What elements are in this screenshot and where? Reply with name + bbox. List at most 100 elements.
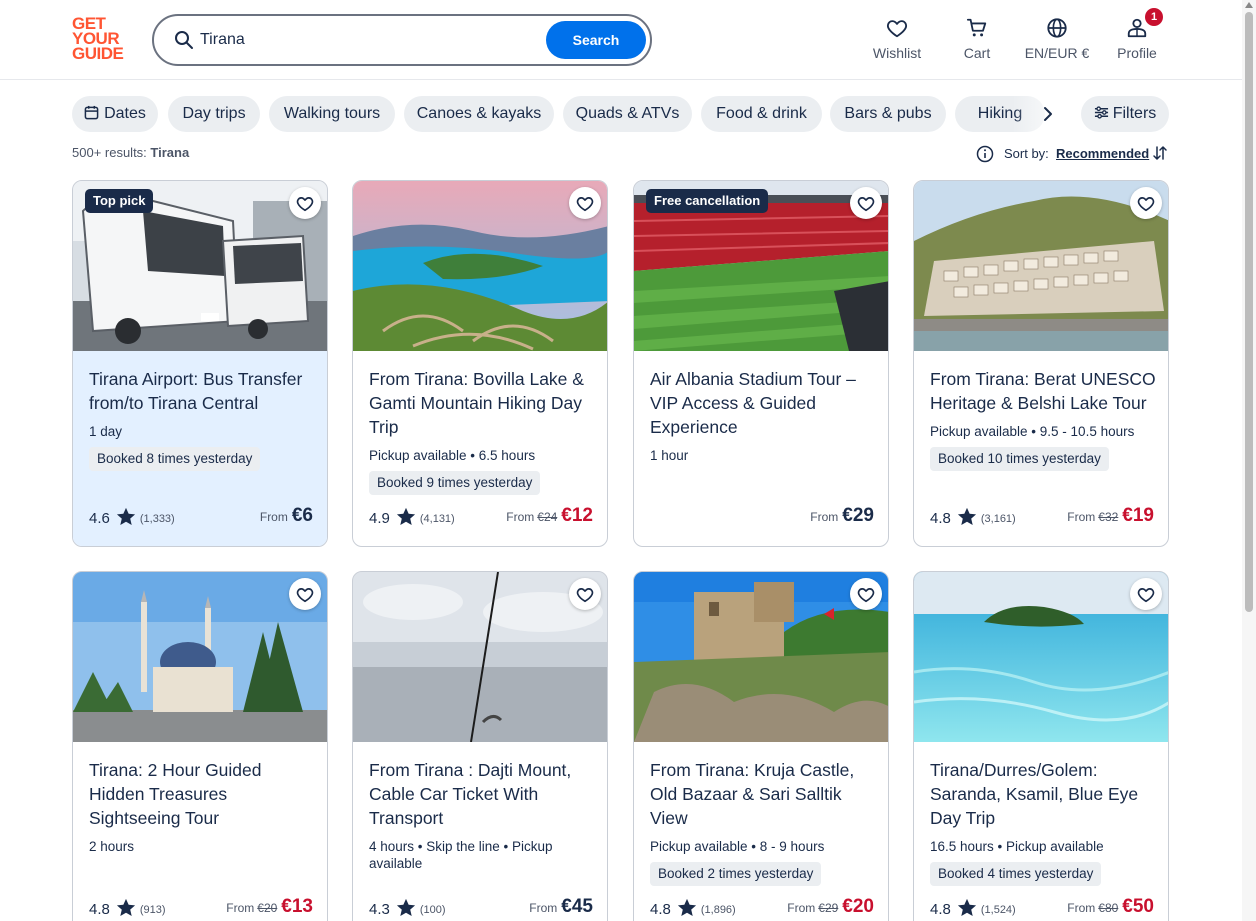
getyourguide-logo[interactable]: GET YOUR GUIDE: [72, 15, 132, 64]
activity-meta: 1 hour: [650, 448, 689, 463]
wishlist-button[interactable]: [289, 578, 321, 610]
chip-bars-pubs[interactable]: Bars & pubs: [830, 96, 946, 132]
price-value: €50: [1122, 896, 1154, 917]
price-from-label: From: [529, 901, 558, 915]
activity-title[interactable]: From Tirana : Dajti Mount, Cable Car Tic…: [369, 758, 595, 830]
activity-price: From €29 €20: [787, 896, 874, 921]
card-body: Tirana Airport: Bus Transfer from/to Tir…: [73, 351, 327, 546]
scroll-up-arrow-icon[interactable]: [1245, 2, 1253, 8]
activity-rating: 4.8 (1,524): [930, 898, 1016, 921]
activity-card[interactable]: Free cancellation Air Albania Stadium To…: [633, 180, 889, 547]
chip-food-drink[interactable]: Food & drink: [701, 96, 822, 132]
activity-title[interactable]: Tirana Airport: Bus Transfer from/to Tir…: [89, 367, 315, 415]
original-price: €32: [1098, 510, 1119, 524]
search-button[interactable]: Search: [546, 21, 646, 59]
wishlist-button[interactable]: [1130, 578, 1162, 610]
rating-value: 4.9: [369, 510, 390, 527]
wishlist-button[interactable]: [850, 578, 882, 610]
activity-title[interactable]: Tirana/Durres/Golem: Saranda, Ksamil, Bl…: [930, 758, 1156, 830]
rating-value: 4.8: [89, 901, 110, 918]
card-body: From Tirana: Kruja Castle, Old Bazaar & …: [634, 742, 888, 921]
activity-price: From €20 €13: [226, 896, 313, 921]
chip-canoes-kayaks[interactable]: Canoes & kayaks: [404, 96, 554, 132]
filters-button[interactable]: Filters: [1081, 96, 1169, 132]
cart-icon: [966, 18, 987, 37]
rating-value: 4.8: [930, 901, 951, 918]
activity-card[interactable]: From Tirana : Dajti Mount, Cable Car Tic…: [352, 571, 608, 921]
chip-quads-atvs[interactable]: Quads & ATVs: [563, 96, 692, 132]
card-body: From Tirana: Berat UNESCO Heritage & Bel…: [914, 351, 1168, 546]
chip-day-trips[interactable]: Day trips: [168, 96, 260, 132]
activity-card[interactable]: Tirana/Durres/Golem: Saranda, Ksamil, Bl…: [913, 571, 1169, 921]
heart-icon: [887, 20, 907, 38]
search-input[interactable]: [200, 26, 540, 54]
wishlist-button[interactable]: [289, 187, 321, 219]
activity-price: From €45: [529, 896, 593, 921]
review-count: (1,896): [700, 904, 736, 916]
nav-cart[interactable]: Cart: [952, 14, 1002, 68]
sort-arrows-icon[interactable]: [1152, 145, 1168, 161]
chip-dates[interactable]: Dates: [72, 96, 158, 132]
activity-card[interactable]: From Tirana: Berat UNESCO Heritage & Bel…: [913, 180, 1169, 547]
nav-language-label: EN/EUR €: [1024, 45, 1090, 61]
nav-wishlist[interactable]: Wishlist: [868, 14, 926, 68]
review-count: (100): [419, 904, 446, 916]
review-count: (1,333): [139, 513, 175, 525]
nav-language-currency[interactable]: EN/EUR €: [1020, 14, 1094, 68]
original-price: €80: [1098, 901, 1119, 915]
wishlist-button[interactable]: [569, 187, 601, 219]
star-icon: [116, 507, 135, 526]
price-value: €20: [842, 896, 874, 917]
activity-title[interactable]: Air Albania Stadium Tour – VIP Access & …: [650, 367, 876, 439]
wishlist-button[interactable]: [1130, 187, 1162, 219]
info-icon[interactable]: [976, 145, 994, 163]
price-value: €6: [291, 505, 313, 526]
card-body: From Tirana: Bovilla Lake & Gamti Mounta…: [353, 351, 607, 546]
activity-rating: 4.3 (100): [369, 898, 446, 921]
star-icon: [116, 898, 135, 917]
price-from-label: From: [1067, 901, 1096, 915]
activity-card[interactable]: Top pick Tirana Airport: Bus Transfer fr…: [72, 180, 328, 547]
booked-badge: Booked 8 times yesterday: [89, 447, 261, 471]
search-icon: [175, 31, 193, 49]
page-scrollbar[interactable]: [1242, 0, 1256, 921]
rating-value: 4.6: [89, 510, 110, 527]
booked-badge: Booked 4 times yesterday: [930, 862, 1102, 886]
activity-card[interactable]: From Tirana: Kruja Castle, Old Bazaar & …: [633, 571, 889, 921]
chip-dates-label: Dates: [104, 105, 146, 122]
booked-badge: Booked 10 times yesterday: [930, 447, 1109, 471]
activity-rating: 4.8 (1,896): [650, 898, 736, 921]
review-count: (3,161): [980, 513, 1016, 525]
activity-title[interactable]: From Tirana: Kruja Castle, Old Bazaar & …: [650, 758, 876, 830]
wishlist-button[interactable]: [569, 578, 601, 610]
price-value: €13: [281, 896, 313, 917]
wishlist-button[interactable]: [850, 187, 882, 219]
chip-walking-tours[interactable]: Walking tours: [269, 96, 395, 132]
filter-chips: Dates Day trips Walking tours Canoes & k…: [72, 96, 1172, 132]
activity-title[interactable]: From Tirana: Berat UNESCO Heritage & Bel…: [930, 367, 1156, 415]
price-from-label: From: [506, 510, 535, 524]
price-from-label: From: [787, 901, 816, 915]
activity-meta: Pickup available • 8 - 9 hours: [650, 839, 825, 854]
activity-meta: 2 hours: [89, 839, 135, 854]
heart-icon: [857, 588, 875, 603]
nav-profile[interactable]: 1 Profile: [1112, 8, 1163, 68]
scrollbar-thumb[interactable]: [1245, 12, 1253, 612]
activity-rating: 4.8 (3,161): [930, 507, 1016, 531]
globe-icon: [1047, 18, 1067, 38]
activity-card[interactable]: From Tirana: Bovilla Lake & Gamti Mounta…: [352, 180, 608, 547]
price-value: €12: [561, 505, 593, 526]
price-value: €29: [842, 505, 874, 526]
activity-title[interactable]: From Tirana: Bovilla Lake & Gamti Mounta…: [369, 367, 595, 439]
heart-icon: [1137, 197, 1155, 212]
activity-title[interactable]: Tirana: 2 Hour Guided Hidden Treasures S…: [89, 758, 315, 830]
activity-meta: Pickup available • 9.5 - 10.5 hours: [930, 424, 1135, 439]
activity-card[interactable]: Tirana: 2 Hour Guided Hidden Treasures S…: [72, 571, 328, 921]
original-price: €29: [818, 901, 839, 915]
sort-dropdown[interactable]: Recommended: [1056, 146, 1149, 161]
chevron-right-icon[interactable]: [1038, 104, 1058, 124]
logo-line-3: GUIDE: [72, 44, 124, 63]
heart-icon: [296, 588, 314, 603]
activity-price: From €6: [260, 505, 313, 531]
price-value: €45: [561, 896, 593, 917]
